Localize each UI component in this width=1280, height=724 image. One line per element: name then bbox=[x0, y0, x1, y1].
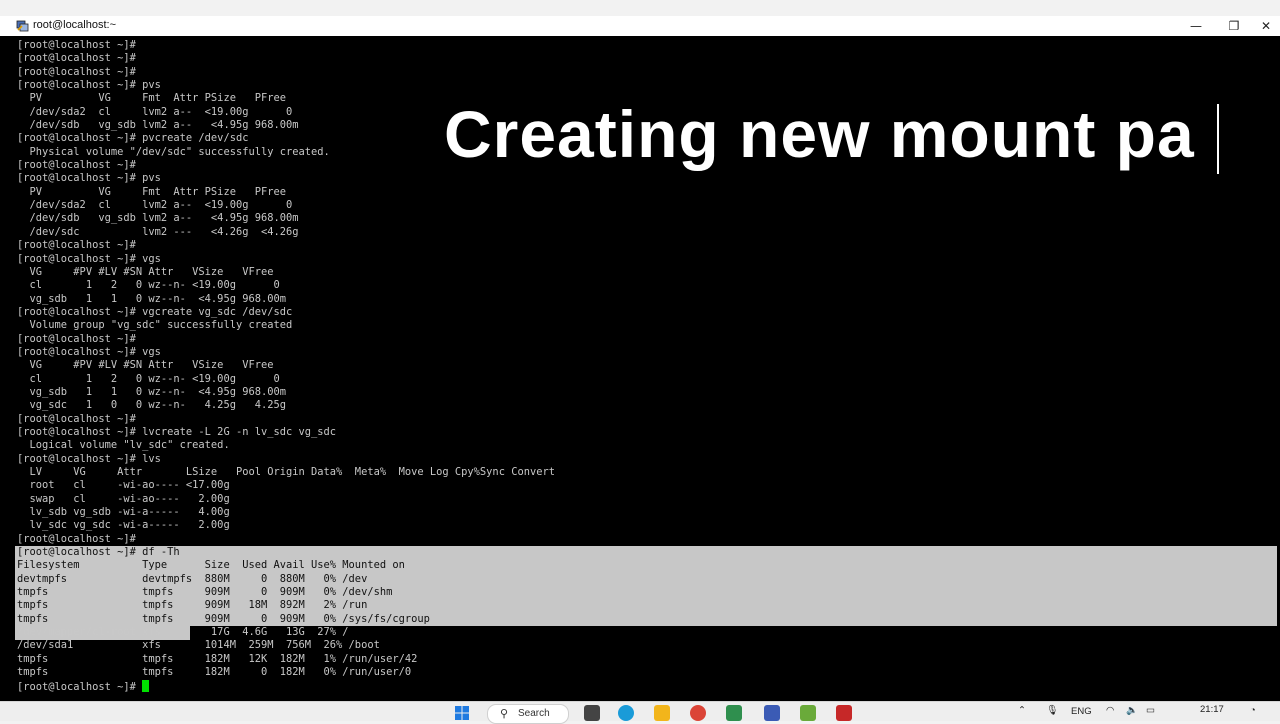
terminal-line: root cl -wi-ao---- <17.00g bbox=[17, 479, 230, 492]
close-button[interactable]: ✕ bbox=[1252, 16, 1280, 36]
terminal-line: [root@localhost ~]# bbox=[17, 332, 136, 345]
notifications-icon[interactable]: ◔ bbox=[1250, 705, 1256, 716]
terminal-line: VG #PV #LV #SN Attr VSize VFree bbox=[17, 265, 274, 278]
battery-icon[interactable]: ▭ bbox=[1146, 705, 1155, 716]
clock[interactable]: 21:17 bbox=[1200, 704, 1224, 715]
window-title: root@localhost:~ bbox=[33, 19, 117, 31]
overlay-text-caret bbox=[1217, 104, 1219, 174]
volume-icon[interactable]: 🔈 bbox=[1126, 705, 1138, 716]
terminal-cursor bbox=[142, 679, 150, 692]
terminal-line: [root@localhost ~]# vgcreate vg_sdc /dev… bbox=[17, 305, 293, 318]
language-indicator[interactable]: ENG bbox=[1071, 706, 1092, 717]
terminal-line: [root@localhost ~]# bbox=[17, 679, 555, 693]
terminal-line: Filesystem Type Size Used Avail Use% Mou… bbox=[17, 559, 405, 572]
app-icon[interactable] bbox=[726, 705, 742, 721]
terminal-line: /dev/mapper/cl-root xfs 17G 4.6G 13G 27%… bbox=[17, 626, 349, 639]
terminal-line: vg_sdb 1 1 0 wz--n- <4.95g 968.00m bbox=[17, 292, 287, 305]
terminal-line: tmpfs tmpfs 909M 0 909M 0% /dev/shm bbox=[17, 586, 393, 599]
wifi-icon[interactable]: ◠ bbox=[1106, 705, 1114, 716]
terminal-line: [root@localhost ~]# pvs bbox=[17, 79, 161, 92]
terminal-line: tmpfs tmpfs 909M 0 909M 0% /sys/fs/cgrou… bbox=[17, 612, 430, 625]
terminal-line: [root@localhost ~]# bbox=[17, 52, 136, 65]
terminal-line: [root@localhost ~]# bbox=[17, 412, 136, 425]
terminal-line: VG #PV #LV #SN Attr VSize VFree bbox=[17, 359, 274, 372]
terminal-line: devtmpfs devtmpfs 880M 0 880M 0% /dev bbox=[17, 572, 368, 585]
terminal-line: [root@localhost ~]# df -Th bbox=[17, 546, 180, 559]
terminal-line: [root@localhost ~]# lvs bbox=[17, 452, 161, 465]
terminal-line: /dev/sda2 cl lvm2 a-- <19.00g 0 bbox=[17, 199, 293, 212]
taskbar: ⚲ Search ⌃ 🎙 ENG ◠ 🔈 ▭ 21:17 ◔ bbox=[0, 701, 1280, 724]
terminal-line: tmpfs tmpfs 182M 0 182M 0% /run/user/0 bbox=[17, 666, 412, 679]
search-label: Search bbox=[518, 708, 550, 719]
putty-app-icon bbox=[16, 20, 29, 32]
window-title-bar[interactable]: root@localhost:~ — ❐ ✕ bbox=[0, 16, 1280, 36]
taskbar-search-button[interactable]: ⚲ Search bbox=[487, 704, 569, 724]
terminal-line: [root@localhost ~]# bbox=[17, 65, 136, 78]
minimize-button[interactable]: — bbox=[1176, 16, 1216, 36]
terminal-line: swap cl -wi-ao---- 2.00g bbox=[17, 492, 230, 505]
windows-start-icon[interactable] bbox=[454, 705, 470, 721]
terminal-line: PV VG Fmt Attr PSize PFree bbox=[17, 185, 287, 198]
terminal-line: [root@localhost ~]# bbox=[17, 239, 136, 252]
terminal-line: tmpfs tmpfs 182M 12K 182M 1% /run/user/4… bbox=[17, 652, 418, 665]
terminal-area[interactable]: [root@localhost ~]# [root@localhost ~]# [r… bbox=[0, 36, 1280, 701]
terminal-line: LV VG Attr LSize Pool Origin Data% Meta%… bbox=[17, 466, 556, 478]
terminal-line: tmpfs tmpfs 909M 18M 892M 2% /run bbox=[17, 599, 368, 612]
terminal-line: Logical volume "lv_sdc" created. bbox=[17, 439, 230, 452]
file-explorer-icon[interactable] bbox=[654, 705, 670, 721]
putty-taskbar-icon[interactable] bbox=[764, 705, 780, 721]
terminal-line: /dev/sda1 xfs 1014M 259M 756M 26% /boot bbox=[17, 639, 380, 652]
terminal-line: [root@localhost ~]# vgs bbox=[17, 252, 161, 265]
task-view-icon[interactable] bbox=[584, 705, 600, 721]
notepad-icon[interactable] bbox=[800, 705, 816, 721]
terminal-line: Volume group "vg_sdc" successfully creat… bbox=[17, 319, 293, 332]
terminal-line: [root@localhost ~]# pvs bbox=[17, 172, 161, 185]
terminal-line: vg_sdc 1 0 0 wz--n- 4.25g 4.25g bbox=[17, 399, 287, 412]
red-app-icon[interactable] bbox=[836, 705, 852, 721]
maximize-button[interactable]: ❐ bbox=[1214, 16, 1254, 36]
terminal-line: /dev/sdb vg_sdb lvm2 a-- <4.95g 968.00m bbox=[17, 212, 299, 225]
edge-browser-icon[interactable] bbox=[618, 705, 634, 721]
terminal-line: [root@localhost ~]# vgs bbox=[17, 345, 161, 358]
chevron-up-icon[interactable]: ⌃ bbox=[1018, 705, 1026, 716]
terminal-line: vg_sdb 1 1 0 wz--n- <4.95g 968.00m bbox=[17, 385, 287, 398]
chrome-icon[interactable] bbox=[690, 705, 706, 721]
search-icon: ⚲ bbox=[500, 707, 509, 720]
terminal-line: lv_sdc vg_sdc -wi-a----- 2.00g bbox=[17, 519, 230, 532]
video-overlay-title: Creating new mount pa bbox=[444, 97, 1195, 171]
terminal-line: [root@localhost ~]# lvcreate -L 2G -n lv… bbox=[17, 425, 337, 438]
terminal-line: [root@localhost ~]# bbox=[17, 532, 136, 545]
terminal-line: cl 1 2 0 wz--n- <19.00g 0 bbox=[17, 279, 280, 292]
microphone-icon[interactable]: 🎙 bbox=[1046, 705, 1058, 716]
terminal-line: cl 1 2 0 wz--n- <19.00g 0 bbox=[17, 372, 280, 385]
terminal-line: /dev/sdc lvm2 --- <4.26g <4.26g bbox=[17, 225, 299, 238]
terminal-line: [root@localhost ~]# bbox=[17, 39, 136, 51]
terminal-line: lv_sdb vg_sdb -wi-a----- 4.00g bbox=[17, 506, 230, 519]
